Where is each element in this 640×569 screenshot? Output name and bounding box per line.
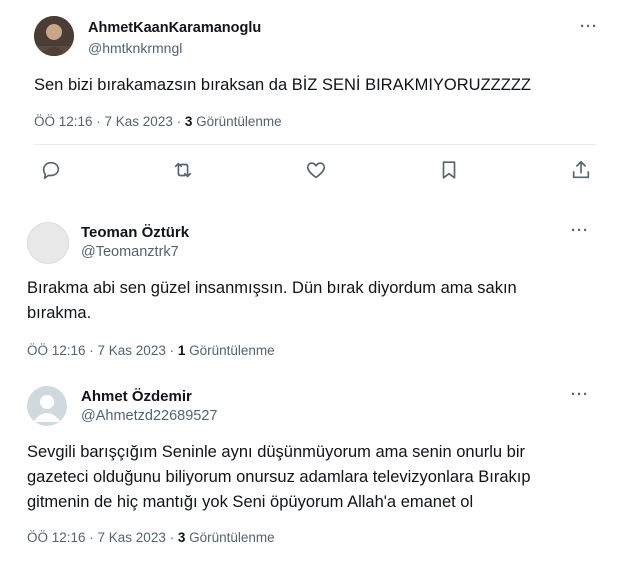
tweet-text: Sen bizi bırakamazsın bıraksan da BİZ SE… <box>34 76 531 94</box>
tweet-text-line: Bırakma abi sen güzel insanmışsın. Dün b… <box>27 279 517 297</box>
reply-icon[interactable] <box>33 152 69 188</box>
author-name[interactable]: Teoman Öztürk <box>81 224 189 241</box>
divider <box>34 144 596 145</box>
retweet-icon[interactable] <box>165 152 201 188</box>
tweet-meta: ÖÖ 12:16 · 7 Kas 2023 · 3 Görüntülenme <box>27 530 275 545</box>
view-label: Görüntülenme <box>185 343 275 358</box>
avatar-photo-icon <box>34 16 74 56</box>
share-icon[interactable] <box>563 152 599 188</box>
avatar[interactable] <box>34 16 74 56</box>
avatar[interactable] <box>27 386 67 426</box>
timestamp[interactable]: ÖÖ 12:16 · 7 Kas 2023 · <box>34 114 185 129</box>
avatar[interactable] <box>27 222 69 264</box>
tweet-text-line: bırakma. <box>27 304 92 322</box>
default-person-icon <box>33 395 61 422</box>
view-label: Görüntülenme <box>185 530 275 545</box>
action-bar <box>24 152 602 192</box>
tweet-text-line: gitmenin de hiç mantığı yok Seni öpüyoru… <box>27 493 474 511</box>
tweet-text: Bırakma abi sen güzel insanmışsın. Dün b… <box>27 276 617 326</box>
timestamp[interactable]: ÖÖ 12:16 · 7 Kas 2023 · <box>27 343 178 358</box>
more-options-button[interactable]: ··· <box>571 222 589 239</box>
author-handle[interactable]: @hmtknkrmngl <box>88 40 182 56</box>
author-handle[interactable]: @Teomanztrk7 <box>81 244 179 260</box>
view-label: Görüntülenme <box>192 114 282 129</box>
tweet-text: Sevgili barışçığım Seninle aynı düşünmüy… <box>27 440 627 515</box>
tweet-meta: ÖÖ 12:16 · 7 Kas 2023 · 1 Görüntülenme <box>27 343 275 358</box>
tweet-text-line: gazeteci olduğunu biliyorum onursuz adam… <box>27 468 531 486</box>
more-options-button[interactable]: ··· <box>571 386 589 403</box>
more-options-button[interactable]: ··· <box>580 18 598 35</box>
timestamp[interactable]: ÖÖ 12:16 · 7 Kas 2023 · <box>27 530 178 545</box>
tweet-meta: ÖÖ 12:16 · 7 Kas 2023 · 3 Görüntülenme <box>34 114 282 129</box>
author-name[interactable]: AhmetKaanKaramanoglu <box>88 20 261 36</box>
author-name[interactable]: Ahmet Özdemir <box>81 388 192 405</box>
like-icon[interactable] <box>298 152 334 188</box>
bookmark-icon[interactable] <box>431 152 467 188</box>
tweet-text-line: Sevgili barışçığım Seninle aynı düşünmüy… <box>27 443 525 461</box>
author-handle[interactable]: @Ahmetzd22689527 <box>81 408 217 424</box>
